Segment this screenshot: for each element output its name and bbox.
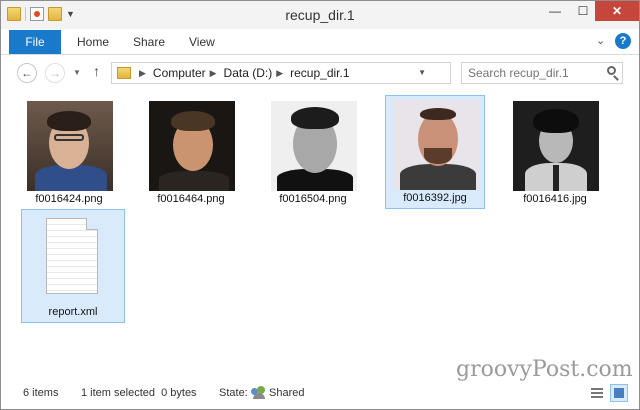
status-bar: 6 items 1 item selected 0 bytes State: S… xyxy=(1,381,639,409)
photo-thumbnail xyxy=(394,100,480,190)
tab-file[interactable]: File xyxy=(9,30,61,54)
close-button[interactable]: ✕ xyxy=(595,1,639,21)
photo-thumbnail xyxy=(149,101,235,191)
ribbon-tabs: File Home Share View ⌄ ? xyxy=(1,30,639,55)
selection-info: 1 item selected 0 bytes xyxy=(81,387,197,399)
recent-locations-chevron-icon[interactable]: ▼ xyxy=(73,68,81,77)
document-icon xyxy=(46,218,98,294)
photo-thumbnail xyxy=(27,101,113,191)
file-name: f0016424.png xyxy=(35,193,103,205)
breadcrumb-computer[interactable]: Computer xyxy=(153,66,206,80)
tab-home[interactable]: Home xyxy=(77,30,109,54)
file-item[interactable]: f0016504.png xyxy=(263,97,363,211)
file-name: report.xml xyxy=(48,306,98,318)
item-count: 6 items xyxy=(23,387,59,399)
file-item[interactable]: f0016416.jpg xyxy=(505,97,605,211)
tab-view[interactable]: View xyxy=(189,30,215,54)
folder-icon xyxy=(117,67,131,79)
large-icons-view-button[interactable] xyxy=(610,384,628,402)
file-name: f0016464.png xyxy=(157,193,225,205)
search-input[interactable] xyxy=(468,65,596,81)
photo-thumbnail xyxy=(271,101,357,191)
address-bar[interactable]: ▶ Computer ▶ Data (D:) ▶ recup_dir.1 ▼ ↻ xyxy=(111,62,550,84)
shared-users-icon xyxy=(251,386,267,399)
details-view-button[interactable] xyxy=(588,384,606,402)
back-button[interactable]: ← xyxy=(17,63,37,83)
file-item[interactable]: f0016424.png xyxy=(19,97,119,211)
watermark: groovyPost.com xyxy=(456,357,633,382)
breadcrumb-chevron-icon[interactable]: ▶ xyxy=(276,68,283,79)
up-arrow-icon[interactable]: ↑ xyxy=(93,63,100,79)
title-bar: ▼ recup_dir.1 — ☐ ✕ xyxy=(1,1,639,29)
state-label: State: xyxy=(219,387,248,399)
breadcrumb-chevron-icon[interactable]: ▶ xyxy=(210,68,217,79)
address-history-chevron-icon[interactable]: ▼ xyxy=(418,68,426,77)
forward-button[interactable]: → xyxy=(45,63,65,83)
file-name: f0016416.jpg xyxy=(523,193,587,205)
file-item[interactable]: f0016464.png xyxy=(141,97,241,211)
search-box[interactable] xyxy=(461,62,623,84)
file-name: f0016392.jpg xyxy=(403,192,467,204)
navigation-bar: ← → ▼ ↑ ▶ Computer ▶ Data (D:) ▶ recup_d… xyxy=(1,57,639,89)
breadcrumb-chevron-icon[interactable]: ▶ xyxy=(139,68,146,79)
minimize-button[interactable]: — xyxy=(541,1,569,21)
file-item-selected[interactable]: report.xml xyxy=(21,209,125,323)
search-icon[interactable] xyxy=(607,66,616,75)
tab-share[interactable]: Share xyxy=(133,30,165,54)
state-value: Shared xyxy=(269,387,305,399)
explorer-window: ▼ recup_dir.1 — ☐ ✕ File Home Share View… xyxy=(0,0,640,410)
help-icon[interactable]: ? xyxy=(615,33,631,49)
breadcrumb-recup-dir[interactable]: recup_dir.1 xyxy=(290,66,349,80)
breadcrumb-data-drive[interactable]: Data (D:) xyxy=(224,66,273,80)
maximize-button[interactable]: ☐ xyxy=(569,1,597,21)
expand-ribbon-chevron-icon[interactable]: ⌄ xyxy=(596,34,605,47)
file-item-selected[interactable]: f0016392.jpg xyxy=(385,95,485,209)
file-list: f0016424.png f0016464.png f0016504.png f… xyxy=(1,89,639,379)
file-name: f0016504.png xyxy=(279,193,347,205)
photo-thumbnail xyxy=(513,101,599,191)
